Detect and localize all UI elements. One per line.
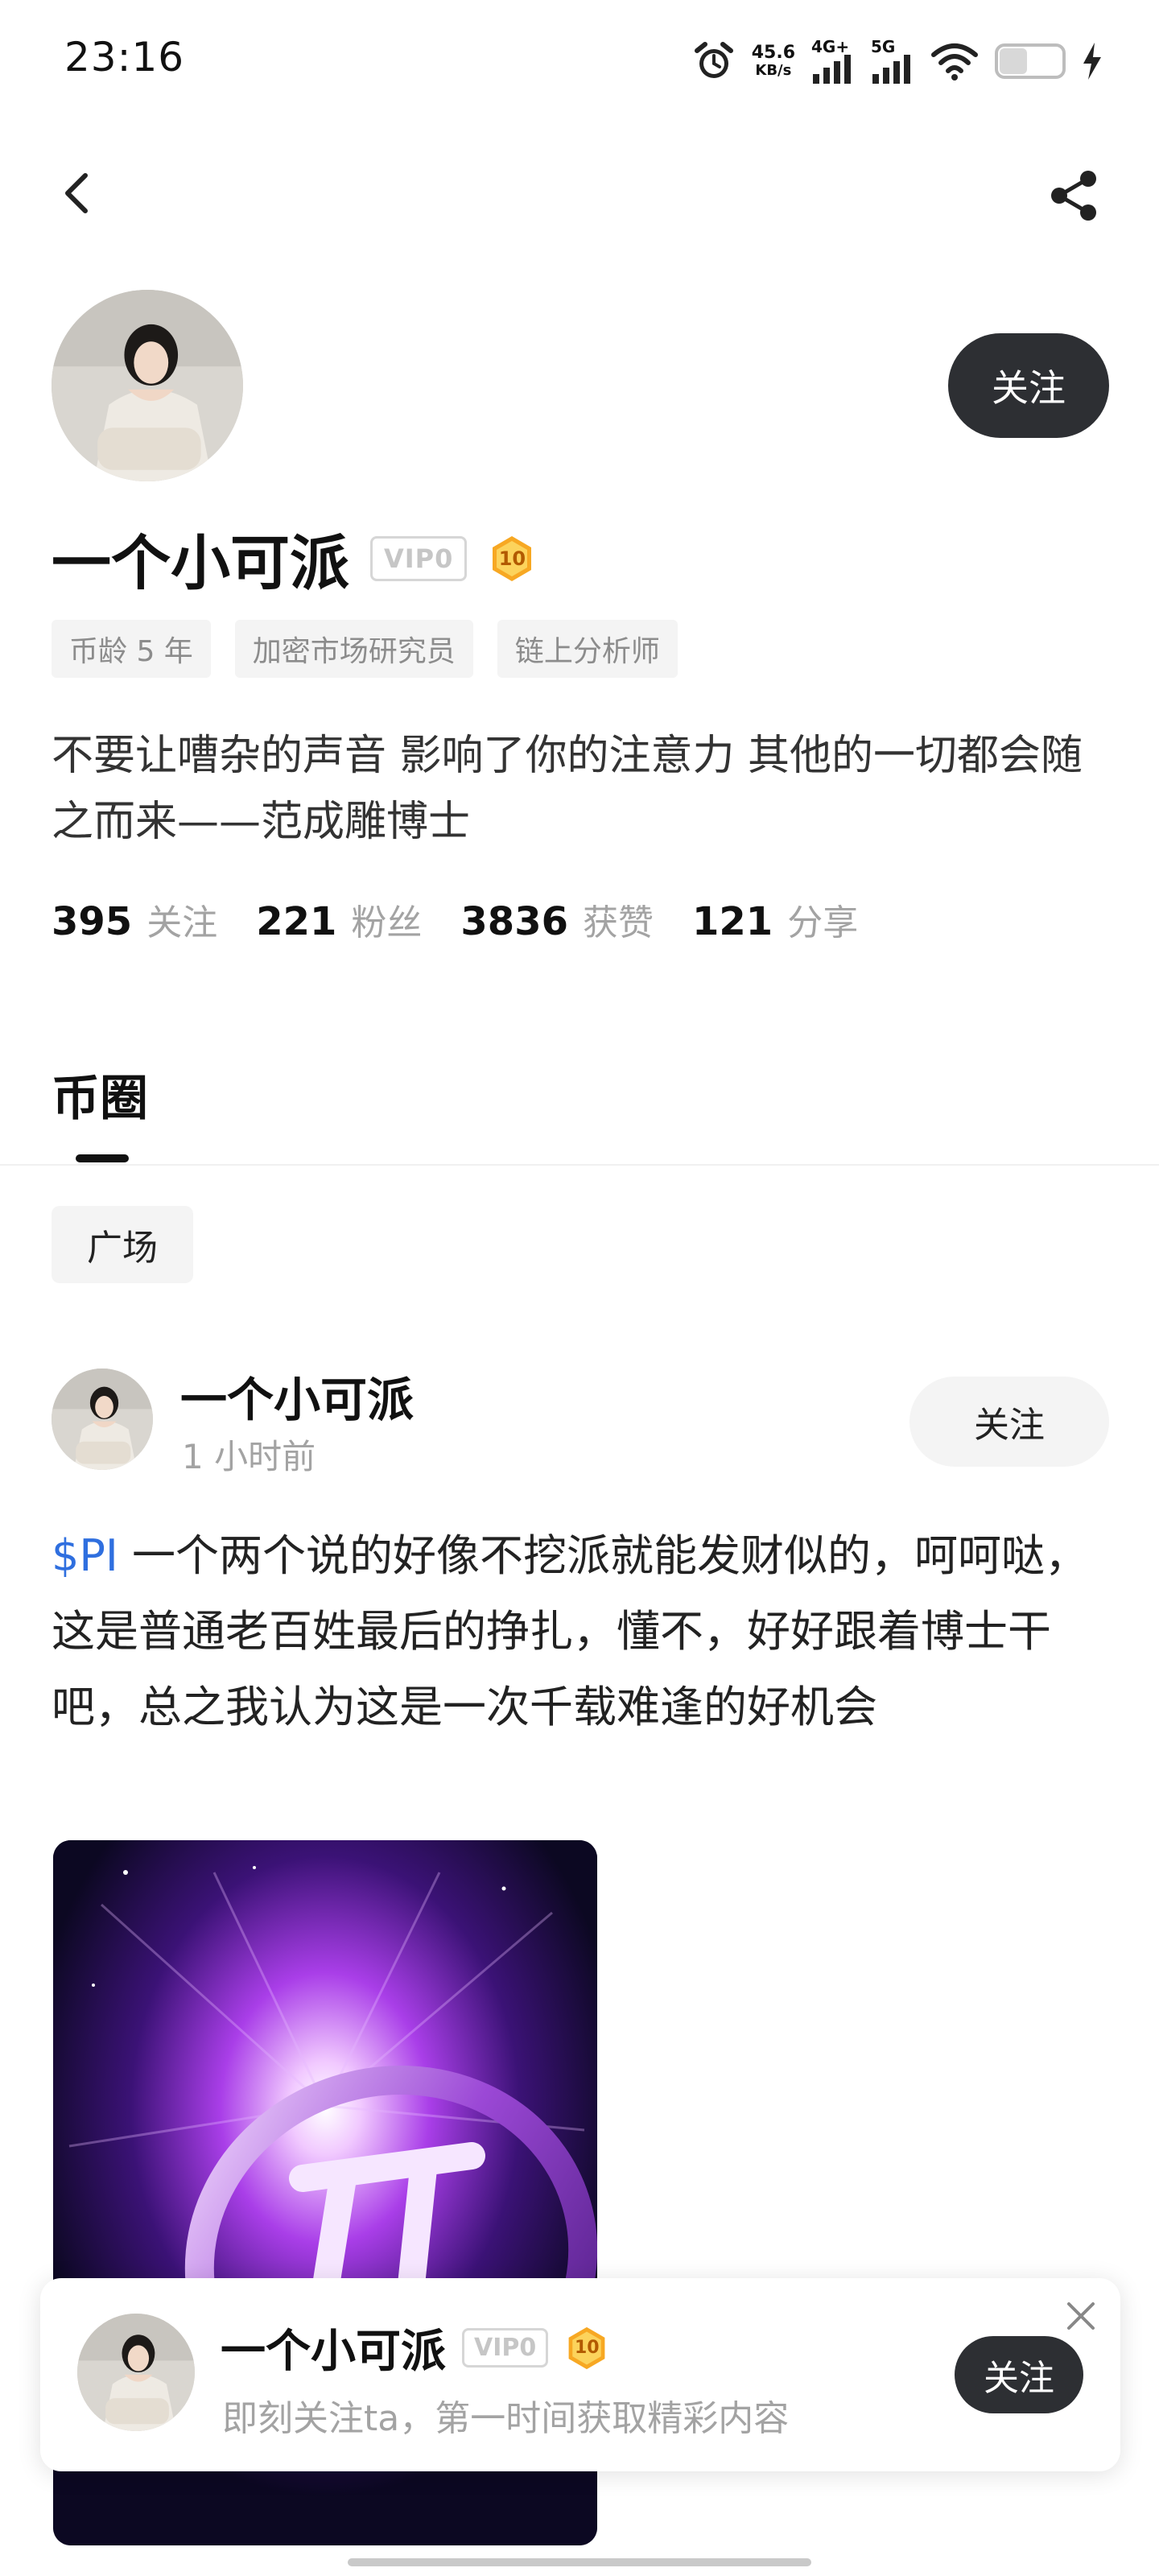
status-time: 23:16 xyxy=(64,34,185,80)
stat-likes: 3836 获赞 xyxy=(460,894,654,945)
post-avatar[interactable] xyxy=(52,1368,153,1470)
stat-likes-value: 3836 xyxy=(460,899,568,944)
signal-5g-label: 5G xyxy=(871,37,896,56)
follow-button[interactable]: 关注 xyxy=(948,333,1109,438)
profile-stats: 395 关注 221 粉丝 3836 获赞 121 分享 xyxy=(52,894,858,945)
tag-researcher: 加密市场研究员 xyxy=(234,620,473,678)
stat-shares-label: 分享 xyxy=(787,902,859,943)
wifi-icon xyxy=(931,43,978,80)
signal-4g: 4G+ xyxy=(811,39,855,84)
follow-prompt-card: 一个小可派 VIP0 10 即刻关注ta，第一时间获取精彩内容 关注 xyxy=(40,2278,1120,2471)
follow-prompt-button[interactable]: 关注 xyxy=(955,2336,1083,2413)
avatar[interactable] xyxy=(52,290,243,481)
follow-prompt-avatar[interactable] xyxy=(77,2314,195,2431)
stat-followers[interactable]: 221 粉丝 xyxy=(256,894,422,945)
stat-followers-value: 221 xyxy=(256,899,337,944)
follow-prompt-name-row: 一个小可派 VIP0 10 xyxy=(221,2315,609,2380)
home-indicator[interactable] xyxy=(348,2558,811,2566)
stat-following-label: 关注 xyxy=(146,902,218,943)
battery-icon xyxy=(995,43,1066,79)
level-badge-value: 10 xyxy=(498,547,526,570)
post-follow-button[interactable]: 关注 xyxy=(909,1377,1109,1467)
follow-prompt-vip-badge: VIP0 xyxy=(462,2328,549,2368)
share-icon[interactable] xyxy=(1046,167,1103,224)
signal-5g: 5G xyxy=(871,39,914,84)
net-speed-unit: KB/s xyxy=(755,62,792,79)
filter-chip-square[interactable]: 广场 xyxy=(52,1206,193,1283)
tab-indicator xyxy=(76,1154,129,1162)
follow-prompt-name: 一个小可派 xyxy=(221,2326,446,2378)
vip-badge: VIP0 xyxy=(370,535,468,581)
alarm-icon xyxy=(694,42,733,78)
divider xyxy=(0,1164,1159,1166)
back-icon[interactable] xyxy=(56,169,97,217)
stat-shares-value: 121 xyxy=(692,899,773,944)
level-badge: 10 xyxy=(488,535,536,583)
profile-bio: 不要让嘈杂的声音 影响了你的注意力 其他的一切都会随之而来——范成雕博士 xyxy=(52,732,1083,846)
close-icon[interactable] xyxy=(1062,2297,1099,2334)
stat-following-value: 395 xyxy=(52,899,133,944)
signal-bars-icon xyxy=(813,55,851,84)
charging-icon xyxy=(1083,43,1101,80)
post-body: 一个两个说的好像不挖派就能发财似的，呵呵哒，这是普通老百姓最后的挣扎，懂不，好好… xyxy=(52,1530,1089,1732)
profile-tags: 币龄 5 年 加密市场研究员 链上分析师 xyxy=(52,620,678,678)
stat-followers-label: 粉丝 xyxy=(351,902,423,943)
stat-shares: 121 分享 xyxy=(692,894,858,945)
post-ticker-link[interactable]: $PI xyxy=(52,1530,118,1581)
tag-coin-age: 币龄 5 年 xyxy=(52,620,211,678)
post-text: $PI 一个两个说的好像不挖派就能发财似的，呵呵哒，这是普通老百姓最后的挣扎，懂… xyxy=(52,1518,1114,1745)
net-speed: 45.6 KB/s xyxy=(752,43,795,79)
status-bar: 23:16 45.6 KB/s 4G+ 5G xyxy=(0,0,1159,121)
post-time: 1 小时前 xyxy=(182,1437,316,1476)
tag-analyst: 链上分析师 xyxy=(497,620,678,678)
follow-prompt-level-badge: 10 xyxy=(564,2326,609,2371)
signal-4g-label: 4G+ xyxy=(811,37,850,56)
signal-bars-icon xyxy=(872,55,910,84)
status-icons: 45.6 KB/s 4G+ 5G xyxy=(692,35,1103,87)
stat-likes-label: 获赞 xyxy=(583,902,654,943)
profile-name-row: 一个小可派 VIP0 10 xyxy=(52,515,536,601)
follow-prompt-subtitle: 即刻关注ta，第一时间获取精彩内容 xyxy=(222,2398,790,2439)
profile-name: 一个小可派 xyxy=(52,529,349,598)
post-author[interactable]: 一个小可派 xyxy=(180,1362,414,1430)
stat-following[interactable]: 395 关注 xyxy=(52,894,217,945)
tab-coin-circle[interactable]: 币圈 xyxy=(52,1059,148,1129)
net-speed-value: 45.6 xyxy=(751,43,795,63)
follow-prompt-level-value: 10 xyxy=(574,2338,600,2358)
